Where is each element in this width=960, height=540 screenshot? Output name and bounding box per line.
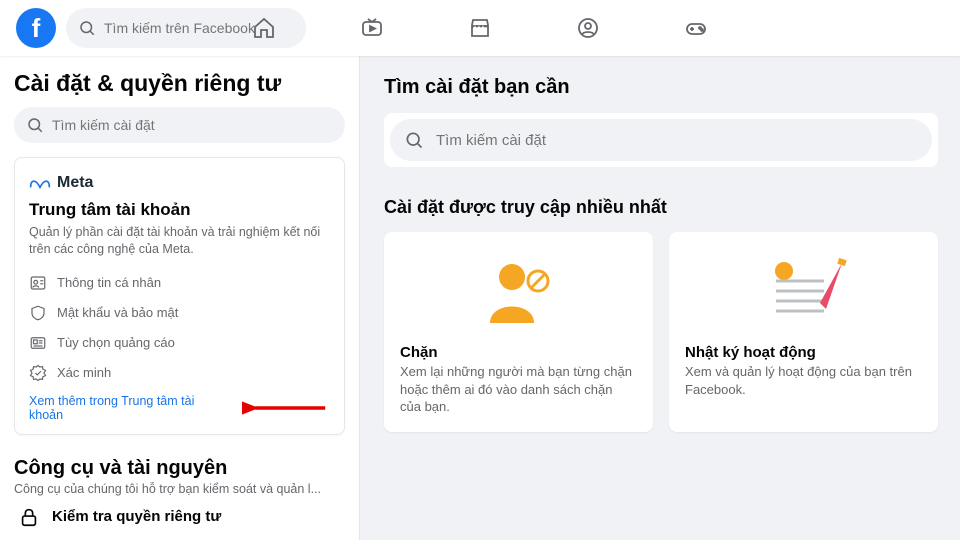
ads-icon — [29, 334, 47, 352]
see-more-account-center-link[interactable]: Xem thêm trong Trung tâm tài khoản — [29, 394, 226, 422]
row-personal-info[interactable]: Thông tin cá nhân — [29, 268, 330, 298]
lock-icon — [18, 506, 40, 528]
row-label: Thông tin cá nhân — [57, 275, 161, 290]
top-nav: f — [0, 0, 960, 56]
most-visited-title: Cài đặt được truy cập nhiều nhất — [384, 197, 938, 218]
meta-brand-label: Meta — [57, 174, 93, 192]
meta-brand: Meta — [29, 172, 330, 194]
tools-section-subtitle: Công cụ của chúng tôi hỗ trợ bạn kiểm so… — [14, 482, 345, 496]
account-center-subtitle: Quản lý phần cài đặt tài khoản và trải n… — [29, 224, 330, 258]
tools-section-title: Công cụ và tài nguyên — [14, 457, 345, 480]
nav-marketplace[interactable] — [430, 4, 530, 52]
row-verification[interactable]: Xác minh — [29, 358, 330, 388]
tool-label: Kiểm tra quyền riêng tư — [52, 508, 221, 525]
settings-tiles: Chặn Xem lại những người mà bạn từng chặ… — [384, 232, 938, 432]
main-content: Tìm cài đặt bạn cần Cài đặt được truy cậ… — [360, 56, 960, 540]
nav-watch[interactable] — [322, 4, 422, 52]
main-title: Tìm cài đặt bạn cần — [384, 76, 938, 99]
search-icon — [26, 116, 44, 134]
row-label: Tùy chọn quảng cáo — [57, 335, 175, 350]
nav-center — [214, 4, 746, 52]
privacy-checkup-link[interactable]: Kiểm tra quyền riêng tư — [14, 496, 345, 538]
tile-activity-log[interactable]: Nhật ký hoạt động Xem và quản lý hoạt độ… — [669, 232, 938, 432]
verified-icon — [29, 364, 47, 382]
tile-title: Chặn — [400, 344, 637, 361]
row-password-security[interactable]: Mật khẩu và bảo mật — [29, 298, 330, 328]
blocking-illustration — [400, 246, 637, 336]
sidebar-search[interactable] — [14, 107, 345, 143]
main-search-input[interactable] — [436, 132, 918, 149]
search-icon — [404, 130, 424, 150]
nav-gaming[interactable] — [646, 4, 746, 52]
row-ad-preferences[interactable]: Tùy chọn quảng cáo — [29, 328, 330, 358]
sidebar-title: Cài đặt & quyền riêng tư — [14, 70, 345, 97]
meta-account-card: Meta Trung tâm tài khoản Quản lý phần cà… — [14, 157, 345, 435]
search-icon — [78, 19, 96, 37]
settings-sidebar: Cài đặt & quyền riêng tư Meta Trung tâm … — [0, 56, 360, 540]
annotation-arrow-icon — [242, 398, 330, 418]
facebook-logo[interactable]: f — [16, 8, 56, 48]
shield-icon — [29, 304, 47, 322]
nav-home[interactable] — [214, 4, 314, 52]
activity-illustration — [685, 246, 922, 336]
tile-title: Nhật ký hoạt động — [685, 344, 922, 361]
profile-card-icon — [29, 274, 47, 292]
account-center-title: Trung tâm tài khoản — [29, 200, 330, 220]
row-label: Mật khẩu và bảo mật — [57, 305, 178, 320]
sidebar-search-input[interactable] — [52, 117, 333, 133]
tile-desc: Xem lại những người mà bạn từng chặn hoặ… — [400, 363, 637, 416]
tile-blocking[interactable]: Chặn Xem lại những người mà bạn từng chặ… — [384, 232, 653, 432]
main-search[interactable] — [390, 119, 932, 161]
meta-logo-icon — [29, 172, 51, 194]
tile-desc: Xem và quản lý hoạt động của bạn trên Fa… — [685, 363, 922, 398]
row-label: Xác minh — [57, 365, 111, 380]
nav-groups[interactable] — [538, 4, 638, 52]
main-search-card — [384, 113, 938, 167]
